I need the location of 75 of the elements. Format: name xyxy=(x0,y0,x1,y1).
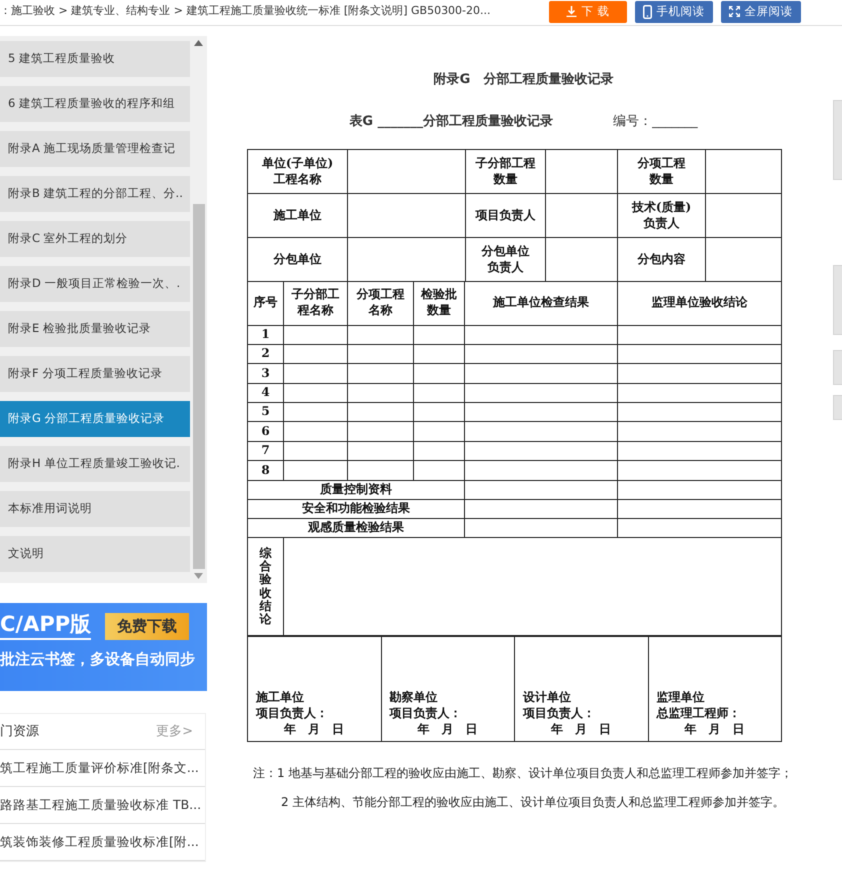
signature-date: 年 月 日 xyxy=(550,722,612,738)
row-number: 2 xyxy=(248,344,284,364)
row-number: 1 xyxy=(248,325,284,344)
form-label: 子分部工程数量 xyxy=(476,156,536,188)
column-header: 分项工程名称 xyxy=(356,287,404,319)
download-icon xyxy=(566,6,577,17)
record-number-label: 编号：_______ xyxy=(613,112,698,130)
form-label: 技术(质量)负责人 xyxy=(630,200,692,232)
toc-item[interactable]: 附录H 单位工程质量竣工验收记. xyxy=(0,446,190,482)
side-tab[interactable] xyxy=(833,265,842,335)
side-tab[interactable] xyxy=(833,100,842,180)
row-number: 3 xyxy=(248,364,284,384)
column-header: 施工单位检查结果 xyxy=(493,295,589,311)
toc-item[interactable]: 附录D 一般项目正常检验一次、. xyxy=(0,266,190,302)
signature-unit: 施工单位 xyxy=(256,690,305,706)
signature-date: 年 月 日 xyxy=(416,722,478,738)
signature-unit: 监理单位 xyxy=(656,690,706,706)
row-label: 质量控制资料 xyxy=(248,480,464,500)
panel-title: 门资源 xyxy=(0,722,39,741)
fullscreen-button[interactable]: 全屏阅读 xyxy=(720,0,801,22)
signature-person: 项目负责人： xyxy=(390,706,462,722)
form-label: 分包内容 xyxy=(638,252,686,268)
conclusion-label: 综合验收结论 xyxy=(260,547,272,626)
toc-item[interactable]: 本标准用词说明 xyxy=(0,491,190,527)
column-header: 监理单位验收结论 xyxy=(652,295,748,311)
toc-item[interactable]: 附录E 检验批质量验收记录 xyxy=(0,311,190,347)
scroll-up-icon[interactable] xyxy=(194,40,203,46)
free-download-button[interactable]: 免费下载 xyxy=(105,613,190,640)
column-header: 序号 xyxy=(254,295,278,311)
signature-date: 年 月 日 xyxy=(683,722,746,738)
toc-item[interactable]: 附录F 分项工程质量验收记录 xyxy=(0,356,190,392)
form-label: 分包单位 xyxy=(274,252,322,268)
toc-item[interactable]: 附录A 施工现场质量管理检查记 xyxy=(0,131,190,167)
signature-person: 总监理工程师： xyxy=(656,706,742,722)
row-number: 4 xyxy=(248,383,284,403)
signature-date: 年 月 日 xyxy=(282,722,345,738)
column-header: 检验批数量 xyxy=(421,287,457,319)
toc-item[interactable]: 6 建筑工程质量验收的程序和组 xyxy=(0,86,190,122)
form-label: 分项工程数量 xyxy=(638,156,686,188)
side-tab[interactable] xyxy=(833,395,842,420)
row-number: 7 xyxy=(248,441,284,461)
scrollbar-thumb[interactable] xyxy=(192,204,204,569)
form-label: 单位(子单位)工程名称 xyxy=(260,156,334,188)
signature-person: 项目负责人： xyxy=(256,706,329,722)
form-label: 项目负责人 xyxy=(476,208,536,224)
side-tab[interactable] xyxy=(833,350,842,385)
mobile-reading-button[interactable]: 手机阅读 xyxy=(634,0,713,22)
note-paragraph: 注：1 地基与基础分部工程的验收应由施工、勘察、设计单位项目负责人和总监理工程师参加并签字； xyxy=(252,765,794,782)
form-label: 分包单位负责人 xyxy=(482,244,530,276)
toc-item[interactable]: 文说明 xyxy=(0,536,190,572)
toc-item[interactable]: 附录C 室外工程的划分 xyxy=(0,221,190,257)
row-number: 8 xyxy=(248,460,284,480)
note-paragraph: 2 主体结构、节能分部工程的验收应由施工、设计单位项目负责人和总监理工程师参加并签字。 xyxy=(280,794,786,812)
column-header: 子分部工程名称 xyxy=(292,287,340,319)
form-label: 施工单位 xyxy=(274,208,322,224)
toc-item[interactable]: 附录B 建筑工程的分部工程、分.. xyxy=(0,176,190,212)
toc-item[interactable]: 5 建筑工程质量验收 xyxy=(0,41,190,77)
resource-link[interactable]: 路路基工程施工质量验收标准 TB... xyxy=(0,787,205,824)
phone-icon xyxy=(642,4,652,18)
resource-link[interactable]: 筑装饰装修工程质量验收标准[附... xyxy=(0,824,205,861)
appendix-heading: 附录G 分部工程质量验收记录 xyxy=(432,70,614,89)
breadcrumb[interactable]: ：施工验收 > 建筑专业、结构专业 > 建筑工程施工质量验收统一标准 [附条文说明] GB50300-20... xyxy=(0,3,491,20)
promo-title: C/APP版 xyxy=(0,613,92,640)
resource-link[interactable]: 筑工程施工质量评价标准[附条文... xyxy=(0,750,205,787)
expand-icon xyxy=(728,6,740,17)
table-title: 表G _______分部工程质量验收记录 xyxy=(349,112,554,130)
row-number: 6 xyxy=(248,422,284,442)
signature-unit: 设计单位 xyxy=(523,690,572,706)
signature-unit: 勘察单位 xyxy=(390,690,438,706)
row-label: 观感质量检验结果 xyxy=(248,518,464,538)
scroll-down-icon[interactable] xyxy=(194,573,203,579)
row-number: 5 xyxy=(248,402,284,422)
signature-person: 项目负责人： xyxy=(523,706,596,722)
row-label: 安全和功能检验结果 xyxy=(248,499,464,518)
toc-item[interactable]: 附录G 分部工程质量验收记录 xyxy=(0,401,190,437)
